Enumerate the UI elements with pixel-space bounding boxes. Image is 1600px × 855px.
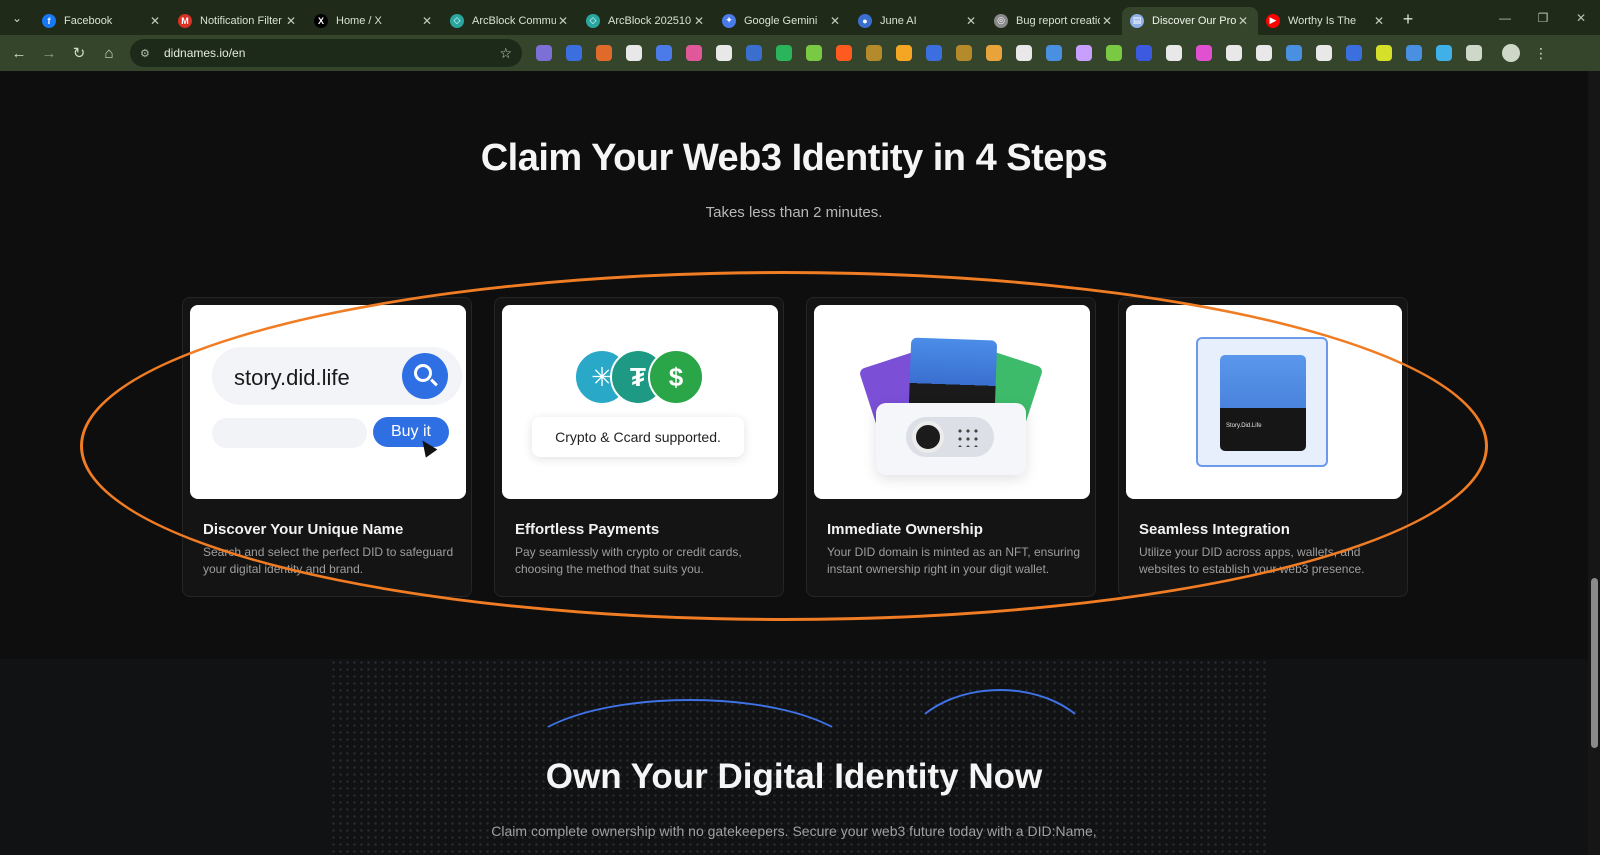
- tab-label: ArcBlock 202510: [608, 14, 692, 27]
- extension-icon[interactable]: [686, 45, 702, 61]
- extension-icon[interactable]: [1316, 45, 1332, 61]
- tab-label: Home / X: [336, 14, 382, 27]
- profile-avatar[interactable]: [1502, 44, 1520, 62]
- cta-heading: Own Your Digital Identity Now: [545, 757, 1043, 796]
- scrollbar-thumb[interactable]: [1591, 578, 1598, 748]
- arcblock-icon: ◇: [586, 13, 600, 28]
- extension-icon[interactable]: [746, 45, 762, 61]
- window-controls: — ❐ ✕: [1486, 0, 1600, 35]
- extension-icon[interactable]: [626, 45, 642, 61]
- extension-icon[interactable]: [776, 45, 792, 61]
- extension-icon[interactable]: [536, 45, 552, 61]
- extension-icon[interactable]: [1076, 45, 1092, 61]
- tab[interactable]: ▶ Worthy Is The ✕: [1258, 7, 1394, 35]
- extension-icon[interactable]: [566, 45, 582, 61]
- tabs-container: f Facebook ✕ M Notification Filter ✕ X Home / X…: [34, 1, 1394, 35]
- facebook-icon: f: [42, 13, 56, 28]
- extension-icon[interactable]: [896, 45, 912, 61]
- url-text[interactable]: didnames.io/en: [164, 46, 499, 60]
- section-subheading: Takes less than 2 minutes.: [705, 204, 883, 221]
- tab-label: Worthy Is The: [1288, 14, 1357, 27]
- tab-close-icon[interactable]: ✕: [284, 14, 298, 28]
- back-icon[interactable]: ←: [4, 38, 34, 68]
- extension-icon[interactable]: [866, 45, 882, 61]
- extension-icon[interactable]: [1466, 45, 1482, 61]
- tab[interactable]: ◎ Bug report creatio ✕: [986, 7, 1122, 35]
- cta-subheading: Claim complete ownership with no gatekee…: [491, 823, 1097, 839]
- forward-icon[interactable]: →: [34, 38, 64, 68]
- tab-close-icon[interactable]: ✕: [1372, 14, 1386, 28]
- extension-icon[interactable]: [1286, 45, 1302, 61]
- extension-icon[interactable]: [596, 45, 612, 61]
- tab-close-icon[interactable]: ✕: [828, 14, 842, 28]
- tab-label: Notification Filter: [200, 14, 282, 27]
- home-icon[interactable]: ⌂: [94, 38, 124, 68]
- tab-label: Bug report creatio: [1016, 14, 1100, 27]
- tab[interactable]: M Notification Filter ✕: [170, 7, 306, 35]
- bug-report-icon: ◎: [994, 13, 1008, 28]
- extension-icon[interactable]: [1136, 45, 1152, 61]
- section-heading: Claim Your Web3 Identity in 4 Steps: [480, 137, 1108, 179]
- extension-icon[interactable]: [1406, 45, 1422, 61]
- page-content: Claim Your Web3 Identity in 4 Steps Take…: [0, 71, 1600, 855]
- extension-icon[interactable]: [1106, 45, 1122, 61]
- extension-icon[interactable]: [1016, 45, 1032, 61]
- gmail-icon: M: [178, 13, 192, 28]
- tab[interactable]: ● June AI ✕: [850, 7, 986, 35]
- extension-icon[interactable]: [1376, 45, 1392, 61]
- minimize-icon[interactable]: —: [1486, 0, 1524, 35]
- reload-icon[interactable]: ↻: [64, 38, 94, 68]
- extension-icon[interactable]: [1166, 45, 1182, 61]
- tab[interactable]: ◇ ArcBlock 202510 ✕: [578, 7, 714, 35]
- extension-icon[interactable]: [986, 45, 1002, 61]
- tab-search-chevron-icon[interactable]: ⌄: [0, 0, 34, 35]
- tab[interactable]: X Home / X ✕: [306, 7, 442, 35]
- tab[interactable]: ◇ ArcBlock Commu ✕: [442, 7, 578, 35]
- extension-icon[interactable]: [1256, 45, 1272, 61]
- tab[interactable]: ✦ Google Gemini ✕: [714, 7, 850, 35]
- extensions-row: [536, 45, 1496, 61]
- page-icon: ▤: [1130, 13, 1144, 28]
- tab[interactable]: f Facebook ✕: [34, 7, 170, 35]
- extension-icon[interactable]: [1046, 45, 1062, 61]
- extension-icon[interactable]: [656, 45, 672, 61]
- extension-icon[interactable]: [1196, 45, 1212, 61]
- extension-icon[interactable]: [1226, 45, 1242, 61]
- close-window-icon[interactable]: ✕: [1562, 0, 1600, 35]
- browser-toolbar: ← → ↻ ⌂ ⚙ didnames.io/en ☆ ⋮: [0, 35, 1600, 71]
- tab-close-icon[interactable]: ✕: [148, 14, 162, 28]
- extension-icon[interactable]: [926, 45, 942, 61]
- address-bar[interactable]: ⚙ didnames.io/en ☆: [130, 39, 522, 67]
- tab-label: Discover Our Prod: [1152, 14, 1236, 27]
- arcblock-icon: ◇: [450, 13, 464, 28]
- extension-icon[interactable]: [1436, 45, 1452, 61]
- extension-icon[interactable]: [1346, 45, 1362, 61]
- tab-close-icon[interactable]: ✕: [1236, 14, 1250, 28]
- tab-close-icon[interactable]: ✕: [556, 14, 570, 28]
- tab[interactable]: ▤ Discover Our Prod ✕: [1122, 6, 1258, 35]
- gemini-icon: ✦: [722, 13, 736, 28]
- tab-close-icon[interactable]: ✕: [964, 14, 978, 28]
- tab-close-icon[interactable]: ✕: [1100, 14, 1114, 28]
- extension-icon[interactable]: [836, 45, 852, 61]
- site-info-icon[interactable]: ⚙: [140, 47, 156, 60]
- bookmark-star-icon[interactable]: ☆: [499, 45, 512, 62]
- tab-strip: ⌄ f Facebook ✕ M Notification Filter ✕ X Home /…: [0, 0, 1600, 35]
- extension-icon[interactable]: [806, 45, 822, 61]
- youtube-icon: ▶: [1266, 13, 1280, 28]
- tab-label: Google Gemini: [744, 14, 818, 27]
- tab-label: June AI: [880, 14, 917, 27]
- tab-close-icon[interactable]: ✕: [692, 14, 706, 28]
- june-ai-icon: ●: [858, 13, 872, 28]
- restore-icon[interactable]: ❐: [1524, 0, 1562, 35]
- browser-menu-icon[interactable]: ⋮: [1534, 45, 1548, 62]
- extension-icon[interactable]: [716, 45, 732, 61]
- new-tab-button[interactable]: +: [1394, 6, 1422, 34]
- tab-close-icon[interactable]: ✕: [420, 14, 434, 28]
- annotation-highlight-ellipse: [80, 271, 1488, 621]
- tab-label: Facebook: [64, 14, 113, 27]
- tab-label: ArcBlock Commu: [472, 14, 556, 27]
- x-icon: X: [314, 13, 328, 28]
- extension-icon[interactable]: [956, 45, 972, 61]
